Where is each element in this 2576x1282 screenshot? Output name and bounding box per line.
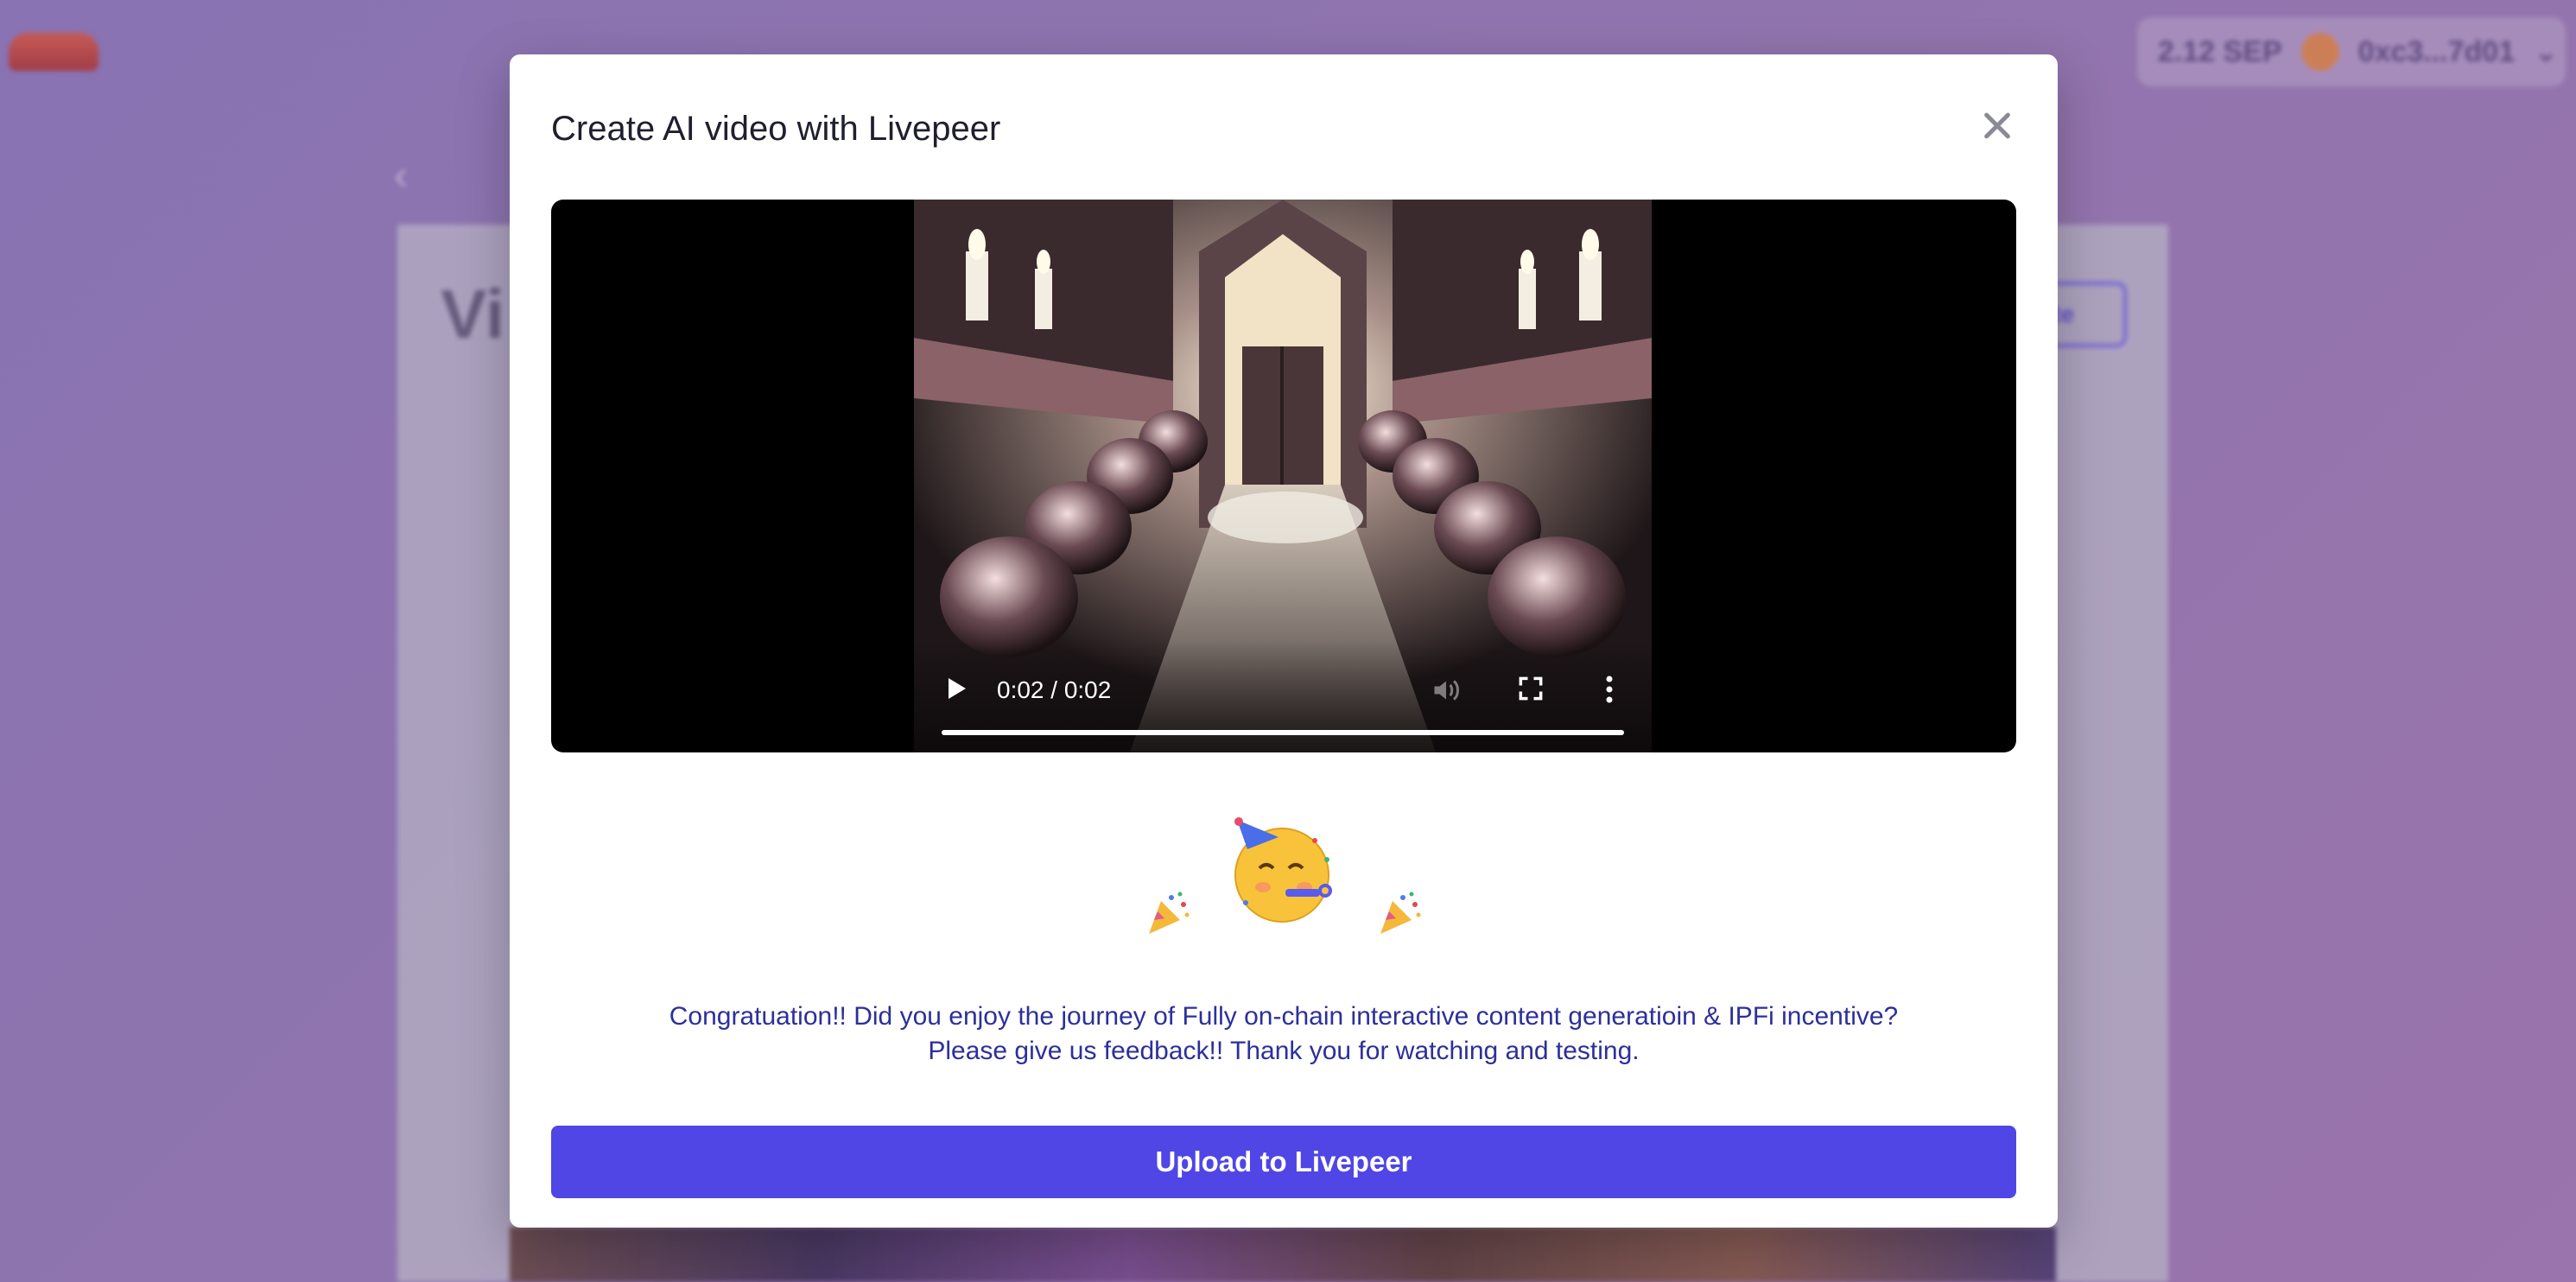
close-icon[interactable] — [1976, 106, 2016, 146]
play-icon[interactable] — [949, 678, 966, 699]
video-progress-bar[interactable] — [942, 730, 1624, 735]
upload-to-livepeer-button[interactable]: Upload to Livepeer — [551, 1126, 2016, 1198]
video-frame[interactable]: 0:02 / 0:02 — [914, 200, 1652, 752]
fullscreen-icon[interactable] — [1519, 676, 1543, 701]
modal-title: Create AI video with Livepeer — [551, 110, 1001, 148]
video-progress-fill — [942, 730, 1624, 735]
more-options-icon[interactable] — [1605, 675, 1614, 704]
party-popper-icon — [1380, 892, 1421, 934]
video-time: 0:02 / 0:02 — [997, 676, 1112, 703]
create-video-modal: Create AI video with Livepeer 0:02 / 0:0… — [510, 54, 2058, 1228]
celebration-icons — [510, 815, 2058, 1005]
congratulation-message: Congratuation!! Did you enjoy the journe… — [669, 1002, 1899, 1065]
party-popper-icon — [1149, 892, 1190, 934]
video-player[interactable]: 0:02 / 0:02 — [551, 200, 2016, 752]
video-controls: 0:02 / 0:02 — [914, 640, 1652, 752]
face-with-party-horn-icon — [1234, 817, 1332, 923]
volume-icon[interactable] — [1431, 675, 1462, 706]
